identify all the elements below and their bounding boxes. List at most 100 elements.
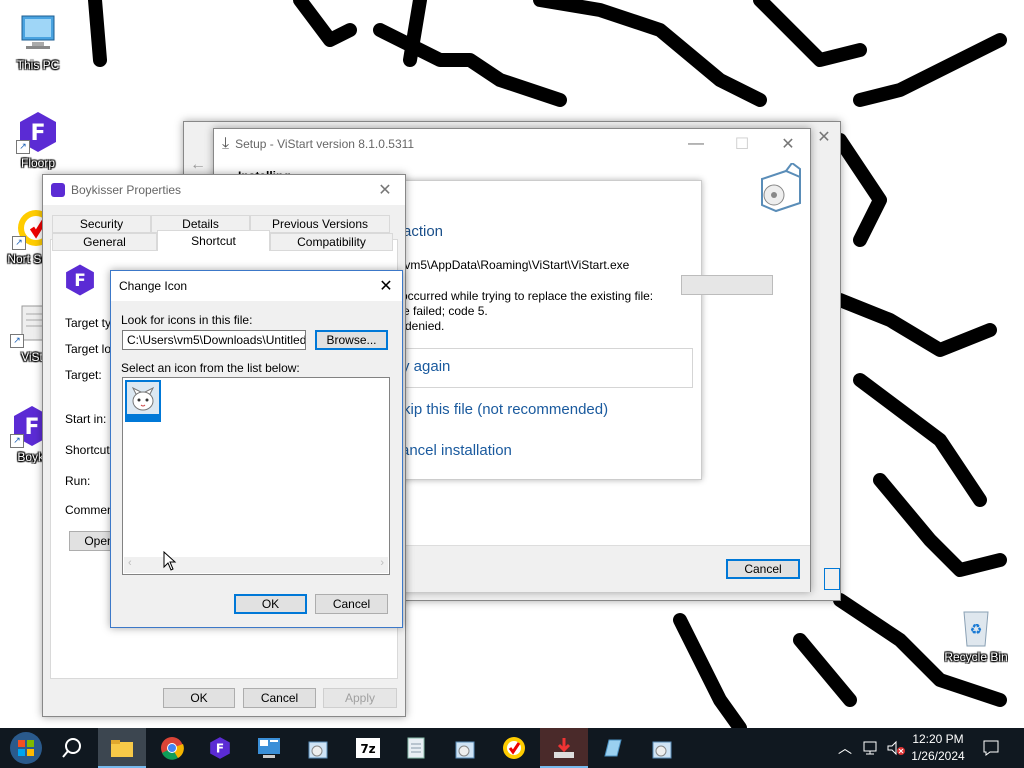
taskbar-7zip[interactable]: 7z xyxy=(344,728,392,768)
icon-list[interactable]: ‹ › xyxy=(122,377,390,575)
chrome-icon xyxy=(161,737,184,760)
minimize-icon[interactable]: — xyxy=(676,129,716,159)
notepad-icon xyxy=(407,737,425,759)
taskbar-chrome[interactable] xyxy=(148,728,196,768)
retry-option[interactable]: y again xyxy=(401,348,693,388)
maximize-icon[interactable]: ☐ xyxy=(722,129,762,159)
progress-bar xyxy=(681,275,773,295)
svg-text:F: F xyxy=(74,271,86,291)
svg-text:♻: ♻ xyxy=(970,622,983,638)
field-start-in: Start in: xyxy=(65,412,107,426)
setup-icon xyxy=(652,741,672,759)
shortcut-arrow-icon: ↗ xyxy=(12,236,26,250)
skip-option[interactable]: kip this file (not recommended) xyxy=(403,401,608,418)
field-target: Target: xyxy=(65,368,102,382)
network-icon[interactable] xyxy=(862,740,880,756)
field-run: Run: xyxy=(65,474,91,488)
start-button[interactable] xyxy=(2,728,50,768)
icon-file-input[interactable]: C:\Users\vm5\Downloads\Untitled.ico xyxy=(122,330,306,350)
desktop-icon-label: Recycle Bin xyxy=(944,650,1008,664)
taskbar-installer[interactable] xyxy=(540,728,588,768)
cancel-installation-option[interactable]: ancel installation xyxy=(401,442,512,459)
desktop-icon-label: This PC xyxy=(16,58,60,72)
volume-muted-icon[interactable] xyxy=(886,740,906,756)
norton-icon xyxy=(503,737,525,759)
change-icon-cancel-button[interactable]: Cancel xyxy=(315,594,388,614)
error-file-path: \vm5\AppData\Roaming\ViStart\ViStart.exe xyxy=(401,258,630,272)
setup-disc-icon xyxy=(756,161,804,216)
taskbar-setup-3[interactable] xyxy=(638,728,686,768)
error-line-2: e failed; code 5. xyxy=(403,304,488,318)
setup-icon xyxy=(308,741,328,759)
floorp-icon: F ↗ xyxy=(16,110,60,154)
setup-cancel-button[interactable]: Cancel xyxy=(726,559,800,579)
error-line-1: occurred while trying to replace the exi… xyxy=(401,289,654,303)
setup-titlebar[interactable]: ⤓ Setup - ViStart version 8.1.0.5311 — ☐… xyxy=(214,129,810,159)
taskbar-notepad[interactable] xyxy=(392,728,440,768)
taskbar-setup-2[interactable] xyxy=(441,728,489,768)
floorp-small-icon xyxy=(51,183,65,197)
setup-icon xyxy=(455,741,475,759)
scroll-left-icon[interactable]: ‹ xyxy=(128,557,132,569)
close-icon[interactable]: ✕ xyxy=(365,175,405,205)
shortcut-arrow-icon: ↗ xyxy=(10,334,24,348)
change-icon-title: Change Icon xyxy=(119,279,188,293)
chevron-up-icon[interactable]: ︿ xyxy=(838,738,852,758)
retry-option-label: y again xyxy=(402,358,451,375)
desktop-icon-recycle-bin[interactable]: ♻ Recycle Bin xyxy=(944,604,1008,664)
tab-previous-versions[interactable]: Previous Versions xyxy=(250,215,390,233)
taskbar-pen[interactable] xyxy=(589,728,637,768)
floorp-icon: F xyxy=(210,737,230,759)
close-icon[interactable]: ✕ xyxy=(768,129,808,159)
svg-text:F: F xyxy=(216,741,224,755)
svg-text:7z: 7z xyxy=(360,742,375,756)
clock-time: 12:20 PM xyxy=(912,732,964,746)
shortcut-arrow-icon: ↗ xyxy=(16,140,30,154)
installer-icon xyxy=(554,738,574,758)
start-icon xyxy=(10,732,42,764)
close-icon[interactable]: ✕ xyxy=(366,271,406,301)
icon-file-value: C:\Users\vm5\Downloads\Untitled.ico xyxy=(127,333,306,347)
clock-date: 1/26/2024 xyxy=(911,749,965,763)
taskbar-control-panel[interactable] xyxy=(245,728,293,768)
desktop-icon-label: Floorp xyxy=(20,156,55,170)
tab-security[interactable]: Security xyxy=(52,215,151,233)
change-icon-titlebar[interactable]: Change Icon ✕ xyxy=(111,271,402,301)
desktop-icon-floorp[interactable]: F ↗ Floorp xyxy=(6,110,70,170)
search-button[interactable] xyxy=(48,728,96,768)
properties-apply-button[interactable]: Apply xyxy=(323,688,397,708)
select-icon-label: Select an icon from the list below: xyxy=(121,361,300,375)
properties-cancel-button[interactable]: Cancel xyxy=(243,688,316,708)
setup-icon: ⤓ xyxy=(222,135,230,152)
taskbar-floorp[interactable]: F xyxy=(196,728,244,768)
change-icon-ok-button[interactable]: OK xyxy=(234,594,307,614)
properties-titlebar[interactable]: Boykisser Properties ✕ xyxy=(43,175,405,205)
tab-compatibility[interactable]: Compatibility xyxy=(270,233,393,251)
tab-general[interactable]: General xyxy=(52,233,157,251)
hidden-button-edge xyxy=(824,568,840,590)
icon-list-item[interactable] xyxy=(125,380,161,422)
error-panel: action \vm5\AppData\Roaming\ViStart\ViSt… xyxy=(400,180,773,480)
svg-text:F: F xyxy=(24,415,39,440)
setup-title: Setup - ViStart version 8.1.0.5311 xyxy=(235,137,415,151)
properties-ok-button[interactable]: OK xyxy=(163,688,235,708)
file-explorer-icon xyxy=(111,740,133,757)
shortcut-arrow-icon: ↗ xyxy=(10,434,24,448)
desktop-icon-this-pc[interactable]: This PC xyxy=(6,12,70,72)
7zip-icon: 7z xyxy=(356,738,380,758)
pen-icon xyxy=(604,739,622,757)
look-for-icons-label: Look for icons in this file: xyxy=(121,313,253,327)
tab-shortcut[interactable]: Shortcut xyxy=(157,230,270,251)
back-arrow-icon[interactable]: ← xyxy=(190,156,206,174)
scroll-right-icon[interactable]: › xyxy=(380,557,384,569)
browse-button[interactable]: Browse... xyxy=(315,330,388,350)
taskbar: F 7z ︿ 12:20 PM 1/26/2024 xyxy=(0,728,1024,768)
control-panel-icon xyxy=(258,738,280,758)
search-icon xyxy=(62,738,81,758)
taskbar-file-explorer[interactable] xyxy=(98,728,146,768)
taskbar-setup-1[interactable] xyxy=(294,728,342,768)
change-icon-dialog[interactable]: Change Icon ✕ Look for icons in this fil… xyxy=(110,270,403,628)
taskbar-norton[interactable] xyxy=(490,728,538,768)
clock[interactable]: 12:20 PM 1/26/2024 xyxy=(906,732,970,763)
notification-icon[interactable] xyxy=(982,739,1000,757)
